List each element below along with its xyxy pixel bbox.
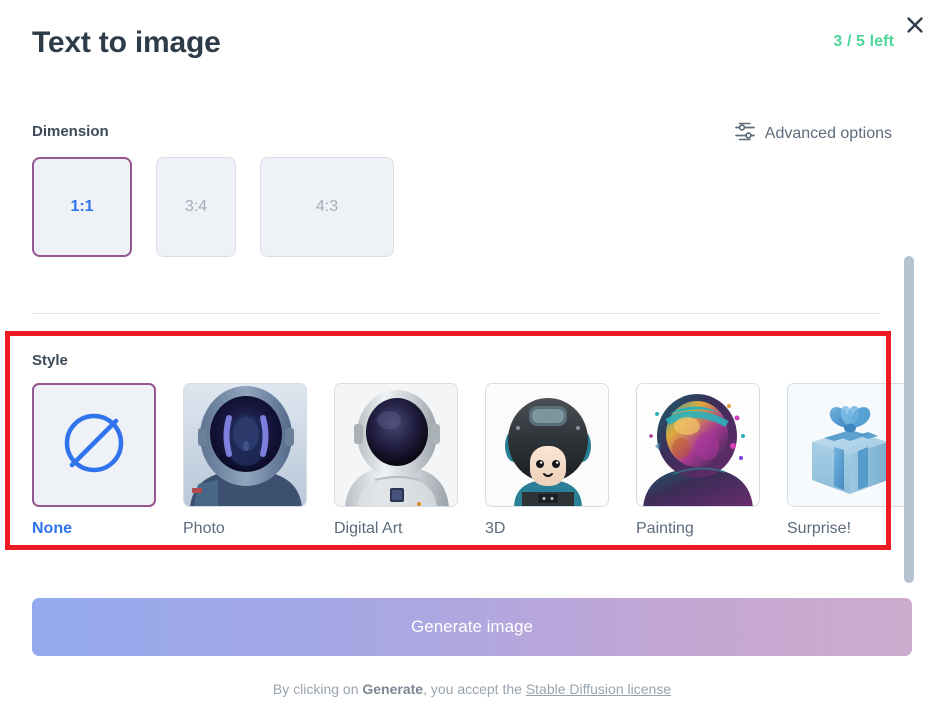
disclaimer-prefix: By clicking on (272, 681, 363, 697)
advanced-options-button[interactable]: Advanced options (734, 122, 892, 146)
style-thumbnail[interactable] (636, 383, 760, 507)
sliders-icon (734, 122, 756, 146)
credits-remaining-badge: 3 / 5 left (833, 33, 894, 50)
text-to-image-dialog: Text to image 3 / 5 left Dimension Advan… (0, 0, 944, 719)
license-disclaimer: By clicking on Generate, you accept the … (0, 681, 944, 697)
style-option-label: Surprise! (787, 520, 852, 537)
style-option-label: Photo (183, 520, 225, 537)
advanced-options-label: Advanced options (764, 125, 892, 142)
style-thumbnail[interactable] (183, 383, 307, 507)
stable-diffusion-license-link[interactable]: Stable Diffusion license (526, 681, 671, 697)
dimension-section-label: Dimension (32, 123, 109, 140)
astronaut-photo-thumbnail (184, 384, 306, 506)
empty-set-icon (61, 410, 127, 481)
style-option-label: None (32, 520, 72, 537)
style-option-photo[interactable]: Photo (183, 383, 307, 538)
disclaimer-middle: , you accept the (423, 681, 526, 697)
astronaut-digital-art-thumbnail (335, 384, 457, 506)
dimension-option-label: 3:4 (184, 198, 208, 215)
style-thumbnail[interactable] (32, 383, 156, 507)
style-option-3d[interactable]: 3D (485, 383, 609, 538)
style-option-none[interactable]: None (32, 383, 156, 538)
section-divider (32, 313, 880, 314)
style-option-label: Painting (636, 520, 694, 537)
dimension-option-3-4[interactable]: 3:4 (156, 157, 236, 257)
scrollbar-thumb[interactable] (904, 256, 914, 583)
disclaimer-bold: Generate (362, 681, 424, 697)
style-option-label: 3D (485, 520, 506, 537)
page-title: Text to image (32, 26, 221, 59)
style-options: None Photo Digital Art 3D Painting Surpr… (32, 383, 911, 538)
style-option-digital-art[interactable]: Digital Art (334, 383, 458, 538)
dimension-option-label: 4:3 (315, 198, 339, 215)
style-option-painting[interactable]: Painting (636, 383, 760, 538)
style-option-surprise[interactable]: Surprise! (787, 383, 911, 538)
dimension-option-4-3[interactable]: 4:3 (260, 157, 394, 257)
generate-image-button[interactable]: Generate image (32, 598, 912, 656)
style-section-label: Style (32, 352, 68, 369)
dimension-option-1-1[interactable]: 1:1 (32, 157, 132, 257)
style-thumbnail[interactable] (334, 383, 458, 507)
style-option-label: Digital Art (334, 520, 403, 537)
dimension-options: 1:1 3:4 4:3 (32, 157, 394, 257)
astronaut-painting-thumbnail (637, 384, 759, 506)
style-thumbnail[interactable] (485, 383, 609, 507)
astronaut-3d-thumbnail (486, 384, 608, 506)
style-thumbnail[interactable] (787, 383, 911, 507)
dimension-option-label: 1:1 (70, 198, 94, 215)
gift-box-thumbnail (788, 384, 910, 506)
